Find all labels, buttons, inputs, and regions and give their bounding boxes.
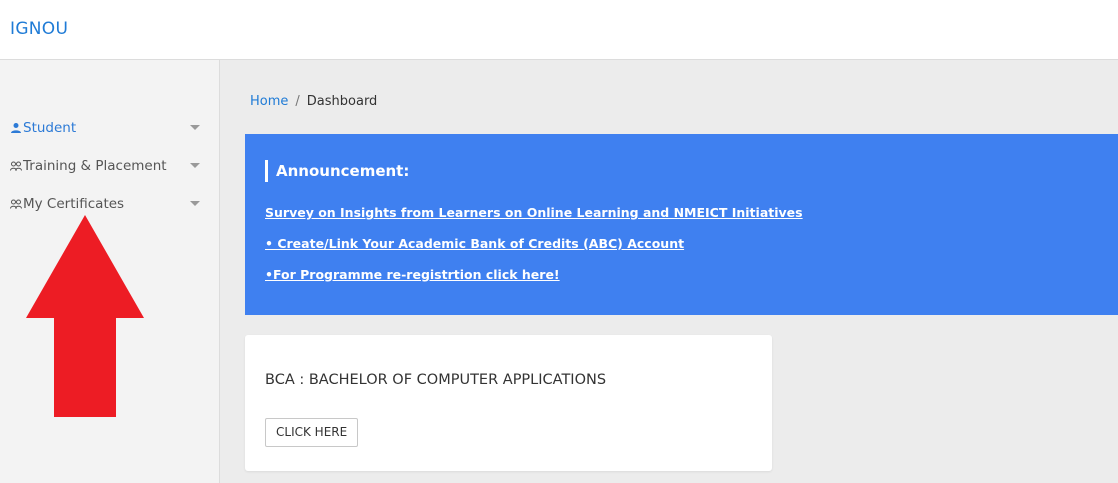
chevron-down-icon: [190, 125, 200, 130]
re-registration-link[interactable]: •For Programme re-registrtion click here…: [265, 267, 560, 282]
breadcrumb: Home / Dashboard: [250, 94, 377, 109]
abc-account-link[interactable]: • Create/Link Your Academic Bank of Cred…: [265, 236, 684, 251]
people-icon: [10, 161, 22, 171]
chevron-down-icon: [190, 201, 200, 206]
programme-title: BCA : BACHELOR OF COMPUTER APPLICATIONS: [265, 372, 607, 388]
programme-card: BCA : BACHELOR OF COMPUTER APPLICATIONS …: [245, 335, 772, 471]
sidebar-item-student[interactable]: Student: [10, 117, 210, 139]
breadcrumb-home-link[interactable]: Home: [250, 94, 288, 109]
breadcrumb-current: Dashboard: [306, 94, 378, 109]
click-here-button[interactable]: CLICK HERE: [265, 418, 359, 447]
brand-logo-text[interactable]: IGNOU: [10, 19, 68, 39]
chevron-down-icon: [190, 163, 200, 168]
sidebar-item-training-placement[interactable]: Training & Placement: [10, 155, 210, 177]
sidebar-item-label: Student: [23, 120, 77, 136]
sidebar-item-my-certificates[interactable]: My Certificates: [10, 193, 210, 215]
survey-link[interactable]: Survey on Insights from Learners on Onli…: [265, 205, 803, 220]
person-icon: [11, 123, 21, 133]
announcement-title: Announcement:: [265, 160, 409, 182]
sidebar: Student Training & Placement My Certific…: [0, 60, 220, 483]
main-content: Home / Dashboard Announcement: Survey on I…: [220, 60, 1118, 483]
people-icon: [10, 199, 22, 209]
top-navbar: IGNOU: [0, 0, 1118, 60]
announcement-panel: Announcement: Survey on Insights from Le…: [245, 134, 1118, 315]
sidebar-item-label: My Certificates: [23, 196, 125, 212]
breadcrumb-separator: /: [295, 94, 300, 109]
sidebar-item-label: Training & Placement: [23, 158, 167, 174]
